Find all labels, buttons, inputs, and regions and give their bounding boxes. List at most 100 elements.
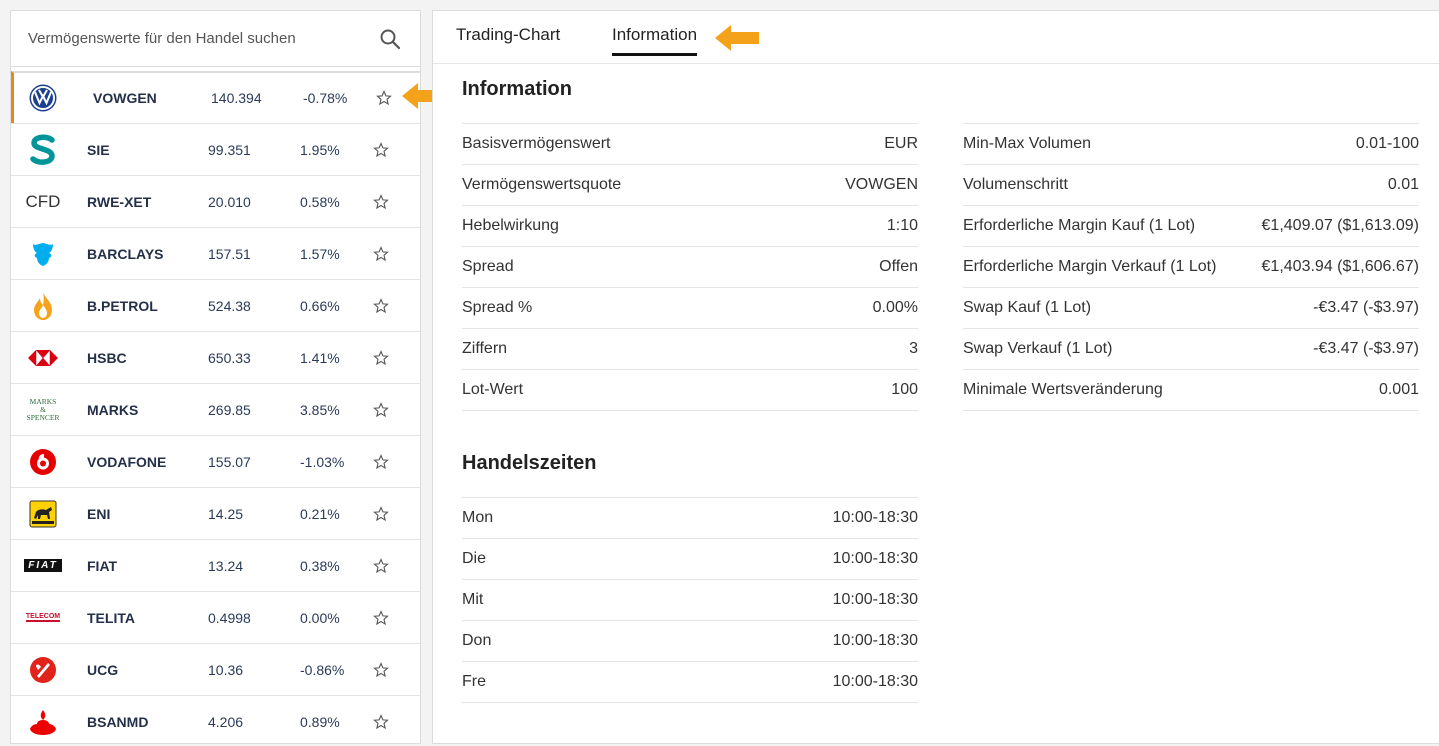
- siemens-logo: [25, 134, 61, 165]
- star-icon[interactable]: [376, 90, 392, 106]
- asset-detail-panel: Trading-Chart Information Information Ba…: [432, 10, 1439, 744]
- santander-logo: [25, 707, 61, 737]
- info-row: Volumenschritt 0.01: [963, 165, 1419, 206]
- info-row: Hebelwirkung 1:10: [462, 206, 918, 247]
- info-label: Min-Max Volumen: [963, 135, 1092, 152]
- info-value: -€3.47 (-$3.97): [1313, 340, 1419, 357]
- star-icon[interactable]: [373, 297, 389, 314]
- asset-list-panel: Vermögenswerte für den Handel suchen VOW…: [10, 10, 421, 744]
- asset-change: 1.57%: [300, 245, 340, 262]
- asset-row[interactable]: FIAT FIAT 13.24 0.38%: [11, 539, 420, 591]
- asset-change: -1.03%: [300, 453, 345, 470]
- asset-row[interactable]: MARKS & SPENCER MARKS 269.85 3.85%: [11, 383, 420, 435]
- star-icon[interactable]: [373, 713, 389, 730]
- asset-price: 269.85: [208, 401, 251, 418]
- asset-change: 0.38%: [300, 557, 340, 574]
- search-icon[interactable]: [378, 27, 402, 51]
- star-icon[interactable]: [373, 141, 389, 158]
- hsbc-logo: [25, 343, 61, 373]
- asset-change: 0.00%: [300, 609, 340, 626]
- info-table-left: Basisvermögenswert EUR Vermögenswertsquot…: [462, 123, 918, 411]
- asset-change: 0.89%: [300, 713, 340, 730]
- info-value: Offen: [879, 258, 918, 275]
- asset-symbol: TELITA: [87, 609, 135, 626]
- marks-spencer-logo: MARKS & SPENCER: [25, 395, 61, 425]
- hours-day: Mit: [462, 591, 484, 608]
- asset-row[interactable]: B.PETROL 524.38 0.66%: [11, 279, 420, 331]
- hours-day: Fre: [462, 673, 486, 690]
- arrow-left-icon: [715, 25, 759, 51]
- hours-row: Fre 10:00-18:30: [462, 662, 918, 703]
- bp-flame-logo: [25, 291, 61, 321]
- telecom-logo-text: TELECOM: [25, 613, 61, 622]
- info-row: Vermögenswertsquote VOWGEN: [462, 165, 918, 206]
- star-icon[interactable]: [373, 505, 389, 522]
- info-row: Swap Verkauf (1 Lot) -€3.47 (-$3.97): [963, 329, 1419, 370]
- info-value: 0.001: [1378, 381, 1419, 398]
- asset-row[interactable]: VODAFONE 155.07 -1.03%: [11, 435, 420, 487]
- star-icon[interactable]: [373, 661, 389, 678]
- info-row: Lot-Wert 100: [462, 370, 918, 411]
- asset-price: 650.33: [208, 349, 251, 366]
- asset-row[interactable]: VOWGEN 140.394 -0.78%: [11, 71, 420, 123]
- asset-price: 14.25: [208, 505, 244, 522]
- asset-row[interactable]: SIE 99.351 1.95%: [11, 123, 420, 175]
- asset-price: 140.394: [211, 90, 262, 106]
- asset-search-bar[interactable]: Vermögenswerte für den Handel suchen: [11, 11, 420, 67]
- star-icon[interactable]: [373, 245, 389, 262]
- info-value: €1,403.94 ($1,606.67): [1261, 258, 1419, 275]
- fiat-logo-text: FIAT: [24, 559, 62, 572]
- asset-row[interactable]: HSBC 650.33 1.41%: [11, 331, 420, 383]
- asset-list: VOWGEN 140.394 -0.78% SIE 99.351 1.95% C…: [11, 71, 420, 743]
- asset-change: 0.58%: [300, 193, 340, 210]
- info-label: Spread: [462, 258, 514, 275]
- asset-row[interactable]: CFD RWE-XET 20.010 0.58%: [11, 175, 420, 227]
- asset-row[interactable]: UCG 10.36 -0.86%: [11, 643, 420, 695]
- star-icon[interactable]: [373, 401, 389, 418]
- tab-trading-chart[interactable]: Trading-Chart: [456, 25, 560, 45]
- star-icon[interactable]: [373, 193, 389, 210]
- asset-change: 1.95%: [300, 141, 340, 158]
- search-input[interactable]: Vermögenswerte für den Handel suchen: [28, 30, 296, 47]
- info-row: Erforderliche Margin Verkauf (1 Lot) €1,4…: [963, 247, 1419, 288]
- tab-information[interactable]: Information: [612, 25, 698, 56]
- info-value: 3: [909, 340, 918, 357]
- asset-symbol: UCG: [87, 661, 119, 678]
- info-label: Basisvermögenswert: [462, 135, 611, 152]
- asset-price: 99.351: [208, 141, 251, 158]
- star-icon[interactable]: [373, 453, 389, 470]
- asset-symbol: SIE: [87, 141, 110, 158]
- hours-row: Don 10:00-18:30: [462, 621, 918, 662]
- asset-change: 0.21%: [300, 505, 340, 522]
- info-label: Volumenschritt: [963, 176, 1068, 193]
- asset-symbol: ENI: [87, 505, 111, 522]
- info-label: Lot-Wert: [462, 381, 524, 398]
- asset-row[interactable]: ENI 14.25 0.21%: [11, 487, 420, 539]
- hours-row: Mit 10:00-18:30: [462, 580, 918, 621]
- hours-time: 10:00-18:30: [832, 673, 918, 690]
- asset-symbol: HSBC: [87, 349, 127, 366]
- asset-row[interactable]: TELECOM TELITA 0.4998 0.00%: [11, 591, 420, 643]
- star-icon[interactable]: [373, 557, 389, 574]
- star-icon[interactable]: [373, 609, 389, 626]
- unicredit-logo: [25, 655, 61, 685]
- star-icon[interactable]: [373, 349, 389, 366]
- asset-symbol: VODAFONE: [87, 453, 167, 470]
- telecom-italia-logo: TELECOM: [25, 603, 61, 633]
- asset-change: 1.41%: [300, 349, 340, 366]
- info-table-right: Min-Max Volumen 0.01-100 Volumenschritt 0.…: [963, 123, 1419, 411]
- barclays-logo: [25, 239, 61, 269]
- info-value: -€3.47 (-$3.97): [1313, 299, 1419, 316]
- info-row: Basisvermögenswert EUR: [462, 124, 918, 165]
- asset-symbol: MARKS: [87, 401, 139, 418]
- cfd-logo-text: CFD: [25, 191, 61, 211]
- info-row: Spread Offen: [462, 247, 918, 288]
- info-label: Erforderliche Margin Verkauf (1 Lot): [963, 258, 1217, 275]
- asset-row[interactable]: BARCLAYS 157.51 1.57%: [11, 227, 420, 279]
- info-label: Ziffern: [462, 340, 508, 357]
- info-label: Erforderliche Margin Kauf (1 Lot): [963, 217, 1196, 234]
- info-value: 0.01-100: [1355, 135, 1419, 152]
- asset-price: 4.206: [208, 713, 244, 730]
- asset-symbol: B.PETROL: [87, 297, 158, 314]
- asset-row[interactable]: BSANMD 4.206 0.89%: [11, 695, 420, 743]
